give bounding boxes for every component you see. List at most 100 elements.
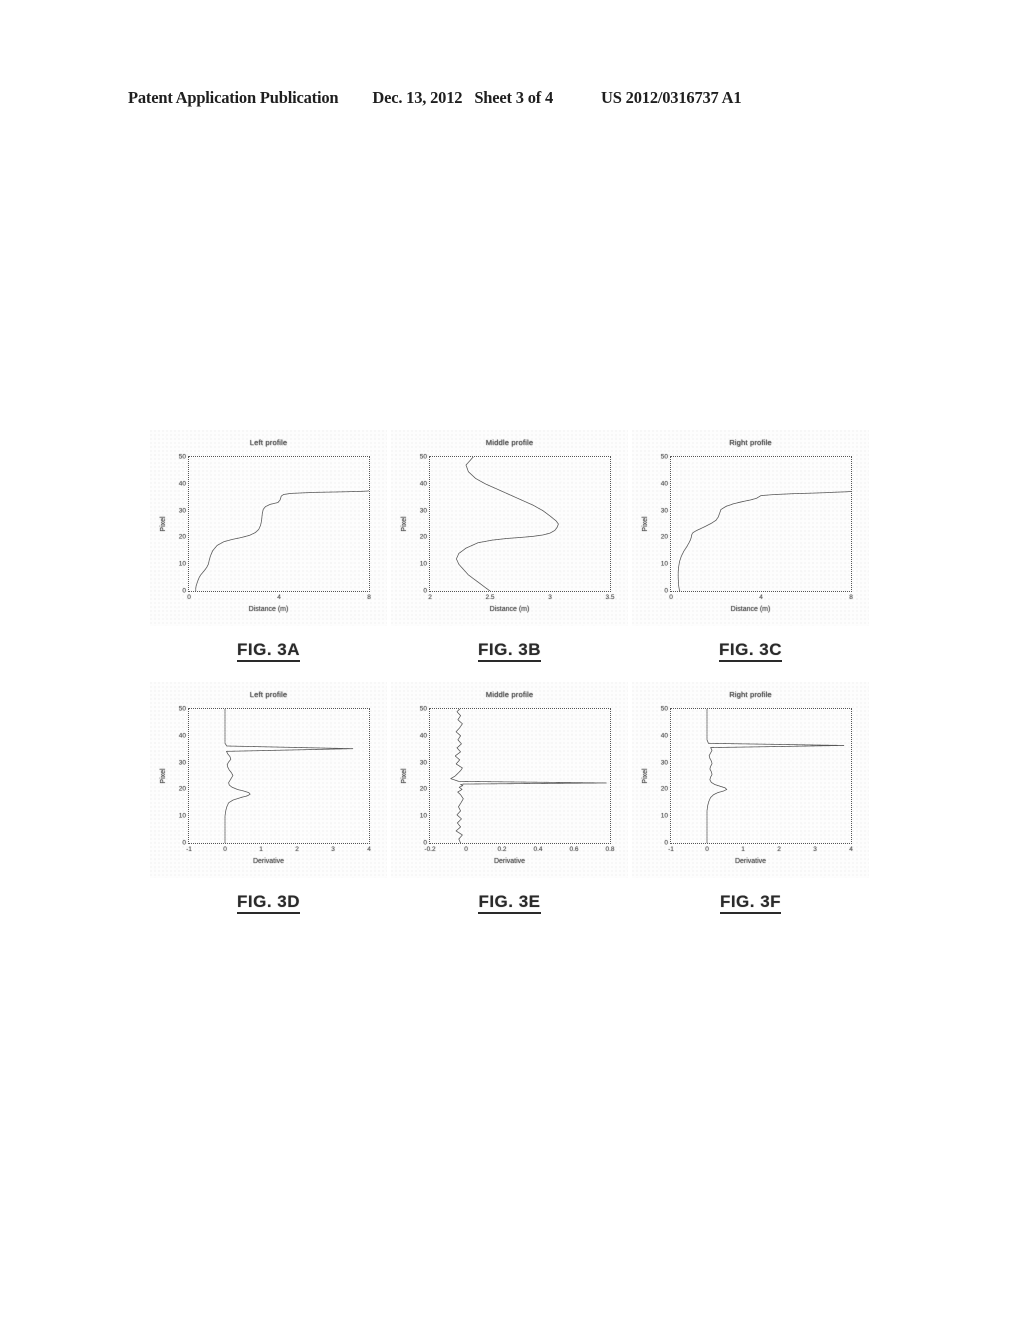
y-axis-tick: 20	[419, 785, 427, 793]
y-axis-tick: 0	[423, 587, 427, 595]
y-axis-tick: 30	[660, 759, 668, 767]
y-axis-tick: 30	[178, 507, 186, 515]
x-axis-tick: 4	[759, 594, 763, 601]
figure-row-bottom: Left profile Pixel 0 10 20 30 40 50 -1 0 1 2 3 4 De…	[0, 682, 1024, 914]
plot-title-3e: Middle profile	[485, 690, 534, 699]
series-path	[196, 491, 369, 591]
y-axis-tick: 20	[178, 533, 186, 541]
header-publication-label: Patent Application Publication	[128, 88, 339, 107]
x-axis-tick: 3.5	[605, 594, 615, 601]
y-axis-tick: 0	[182, 587, 186, 595]
series-path	[678, 491, 851, 591]
x-axis-label-3c: Distance (m)	[730, 606, 771, 613]
y-axis-tick: 50	[660, 705, 668, 713]
plot-axes-3d: 0 10 20 30 40 50 -1 0 1 2 3 4	[179, 706, 371, 854]
y-axis-label-3d: Pixel	[160, 768, 168, 784]
series-path	[451, 709, 607, 843]
plot-title-3f: Right profile	[729, 690, 772, 699]
plot-fig3f: Right profile Pixel 0 10 20 30 40 50 -1 0 1 2 3 4 D…	[632, 682, 869, 878]
y-axis-tick: 10	[660, 812, 668, 820]
series-path	[456, 457, 558, 591]
plot-title-3a: Left profile	[249, 438, 288, 447]
x-axis-tick: 0	[187, 594, 191, 601]
x-axis-tick: 0.6	[569, 846, 579, 853]
plot-axes-3e: 0 10 20 30 40 50 -0.2 0 0.2 0.4 0.6 0.8	[420, 706, 615, 854]
figure-caption-3a-text: FIG. 3A	[236, 640, 300, 662]
x-axis-tick: 0	[464, 846, 468, 853]
y-axis-tick: 50	[419, 705, 427, 713]
y-axis-tick: 20	[419, 533, 427, 541]
y-axis-tick: 30	[419, 507, 427, 515]
figure-caption-3a: FIG. 3A	[150, 640, 387, 662]
y-axis-tick: 40	[419, 480, 427, 488]
x-axis-label-3a: Distance (m)	[248, 606, 289, 613]
plot-fig3e: Middle profile Pixel 0 10 20 30 40 50 -0.2 0 0.2…	[391, 682, 628, 878]
x-axis-tick: -1	[668, 846, 674, 853]
y-axis-label-3b: Pixel	[401, 516, 409, 532]
y-axis-tick: 30	[660, 507, 668, 515]
page-header: Patent Application Publication Dec. 13, …	[128, 88, 896, 108]
plot-fig3a: Left profile Pixel 0 10 20 30 40 50 0 4 8 Distan…	[150, 430, 387, 626]
y-axis-tick: 0	[664, 587, 668, 595]
x-axis-tick: 4	[277, 594, 281, 601]
y-axis-tick: 40	[660, 732, 668, 740]
y-axis-tick: 10	[178, 560, 186, 568]
x-axis-label-3e: Derivative	[493, 858, 526, 865]
x-axis-tick: 4	[367, 846, 371, 853]
y-axis-tick: 20	[660, 785, 668, 793]
plot-axes-3f: 0 10 20 30 40 50 -1 0 1 2 3 4	[661, 706, 853, 854]
plot-axes-3c: 0 10 20 30 40 50 0 4 8	[661, 454, 853, 602]
y-axis-tick: 40	[419, 732, 427, 740]
figure-row-top: Left profile Pixel 0 10 20 30 40 50 0 4 8 Distan…	[0, 430, 1024, 662]
x-axis-tick: 3	[548, 594, 552, 601]
x-axis-tick: -1	[186, 846, 192, 853]
plot-title-3c: Right profile	[729, 438, 772, 447]
figure-caption-3e: FIG. 3E	[391, 892, 628, 914]
x-axis-tick: 3	[813, 846, 817, 853]
x-axis-tick: 0.4	[533, 846, 543, 853]
y-axis-tick: 20	[660, 533, 668, 541]
figure-area: Left profile Pixel 0 10 20 30 40 50 0 4 8 Distan…	[0, 430, 1024, 914]
y-axis-tick: 40	[178, 480, 186, 488]
y-axis-tick: 50	[660, 453, 668, 461]
y-axis-tick: 30	[178, 759, 186, 767]
figure-caption-3d: FIG. 3D	[150, 892, 387, 914]
x-axis-label-3b: Distance (m)	[489, 606, 530, 613]
y-axis-label-3c: Pixel	[642, 516, 650, 532]
y-axis-tick: 50	[178, 705, 186, 713]
figure-3f: Right profile Pixel 0 10 20 30 40 50 -1 0 1 2 3 4 D…	[632, 682, 869, 914]
x-axis-tick: 0	[669, 594, 673, 601]
x-axis-tick: 0.2	[497, 846, 507, 853]
x-axis-tick: 1	[259, 846, 263, 853]
y-axis-tick: 50	[419, 453, 427, 461]
x-axis-tick: 1	[741, 846, 745, 853]
figure-3e: Middle profile Pixel 0 10 20 30 40 50 -0.2 0 0.2…	[391, 682, 628, 914]
header-date-label: Dec. 13, 2012	[372, 88, 463, 107]
plot-axes-3a: 0 10 20 30 40 50 0 4 8	[179, 454, 371, 602]
x-axis-tick: 2	[428, 594, 432, 601]
x-axis-tick: 2	[295, 846, 299, 853]
y-axis-tick: 20	[178, 785, 186, 793]
y-axis-tick: 30	[419, 759, 427, 767]
x-axis-tick: -0.2	[424, 846, 436, 853]
y-axis-label-3a: Pixel	[160, 516, 168, 532]
y-axis-tick: 40	[660, 480, 668, 488]
plot-axes-3b: 0 10 20 30 40 50 2 2.5 3 3.5	[420, 454, 615, 602]
figure-caption-3f: FIG. 3F	[632, 892, 869, 914]
x-axis-tick: 0.8	[605, 846, 615, 853]
figure-3c: Right profile Pixel 0 10 20 30 40 50 0 4 8 Dista…	[632, 430, 869, 662]
plot-fig3c: Right profile Pixel 0 10 20 30 40 50 0 4 8 Dista…	[632, 430, 869, 626]
y-axis-label-3e: Pixel	[401, 768, 409, 784]
y-axis-tick: 10	[178, 812, 186, 820]
header-sheet-label: Sheet 3 of 4	[474, 88, 554, 107]
plot-title-3b: Middle profile	[485, 438, 534, 447]
figure-3b: Middle profile Pixel 0 10 20 30 40 50 2 2.5 3 3.5…	[391, 430, 628, 662]
y-axis-tick: 40	[178, 732, 186, 740]
header-document-number: US 2012/0316737 A1	[601, 88, 742, 107]
x-axis-tick: 8	[367, 594, 371, 601]
figure-caption-3c-text: FIG. 3C	[718, 640, 782, 662]
figure-caption-3b-text: FIG. 3B	[477, 640, 541, 662]
figure-3d: Left profile Pixel 0 10 20 30 40 50 -1 0 1 2 3 4 De…	[150, 682, 387, 914]
x-axis-label-3d: Derivative	[252, 858, 285, 865]
plot-fig3b: Middle profile Pixel 0 10 20 30 40 50 2 2.5 3 3.5…	[391, 430, 628, 626]
